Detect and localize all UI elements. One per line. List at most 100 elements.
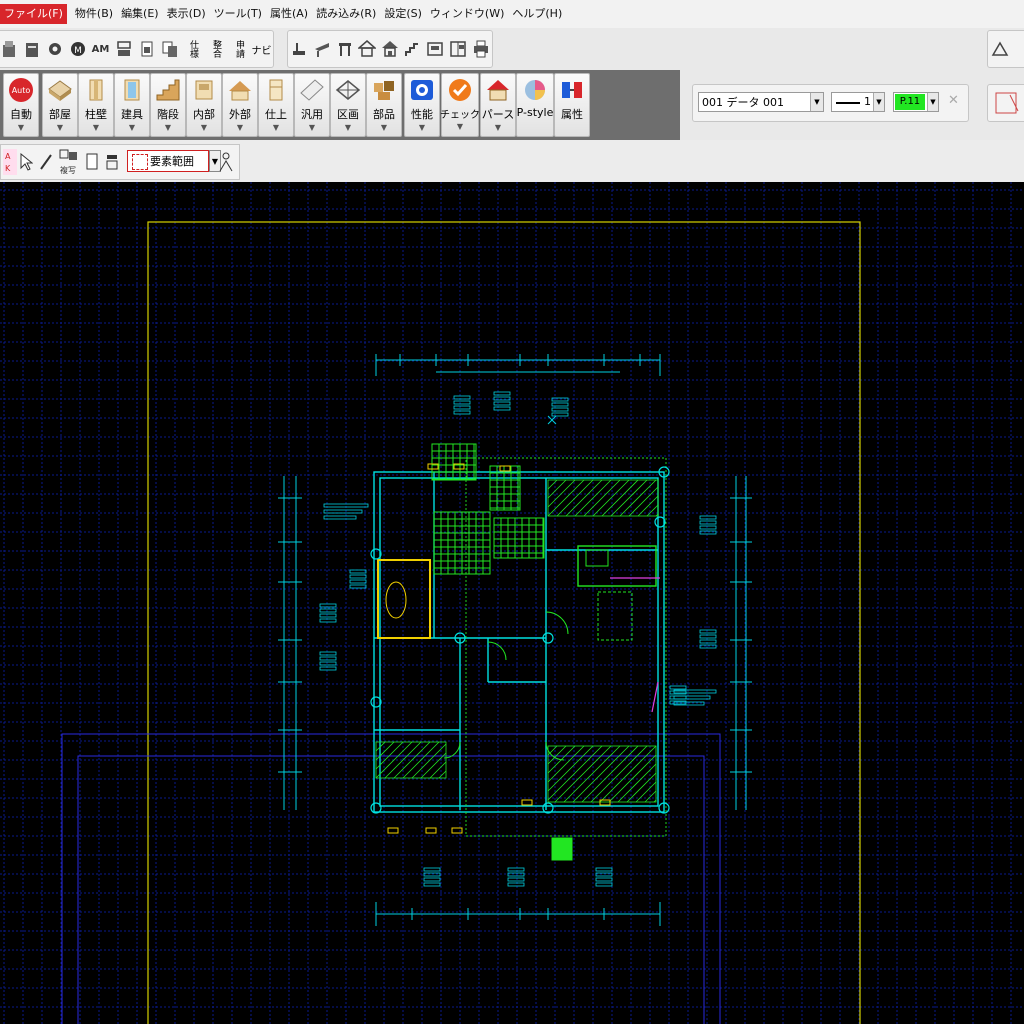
accent-line-2 [651,681,659,713]
shinsei-button[interactable]: 申請 [228,35,249,63]
select-arrow-icon[interactable] [19,153,33,171]
hatch-line [644,790,657,803]
hatch-line [601,479,639,517]
dimension-ticks [278,354,752,920]
chevron-down-icon[interactable]: ▼ [927,93,938,111]
menu-help[interactable]: ヘルプ(H) [508,4,566,24]
print-icon[interactable] [21,35,42,63]
page-icon[interactable] [85,153,99,171]
element-range-button[interactable]: 要素範囲 [127,150,209,172]
drawing-canvas[interactable] [0,182,1024,1024]
shiyou-label: 仕様 [188,40,198,58]
panel-icon[interactable] [448,35,469,63]
menu-view[interactable]: 表示(D) [163,4,210,24]
parts-button[interactable]: 部品 ▼ [366,73,402,137]
general-button[interactable]: 汎用 ▼ [294,73,330,137]
am-button[interactable]: AM [90,35,111,63]
section-icon [335,80,361,100]
filter-icon[interactable] [105,153,119,171]
printer-icon[interactable] [470,35,491,63]
pen-icon[interactable] [988,85,1024,121]
annotation-line [699,639,717,644]
frame-icon[interactable] [425,35,446,63]
menu-tools[interactable]: ツール(T) [210,4,266,24]
pencil-icon[interactable] [39,153,53,171]
check-button[interactable]: チェック ▼ [440,73,480,137]
column-icon[interactable] [334,35,355,63]
pstyle-button[interactable]: P-style [516,73,554,137]
annotation-line [453,405,471,410]
parts-icon [374,81,394,100]
check-icon [449,79,471,101]
navi-button[interactable]: ナビ [251,35,272,63]
close-icon[interactable]: ✕ [948,93,959,108]
shiyou-button[interactable]: 仕様 [182,35,203,63]
perspective-button[interactable]: パース ▼ [480,73,516,137]
floor-plan-drawing[interactable] [0,182,1024,1024]
columns [370,466,670,814]
performance-button[interactable]: 性能 ▼ [404,73,440,137]
toolbar-group-right [987,30,1024,68]
chevron-down-icon[interactable]: ▼ [873,93,884,111]
interior-button[interactable]: 内部 ▼ [186,73,222,137]
annotation-line [699,629,717,634]
menu-import[interactable]: 読み込み(R) [312,4,380,24]
auto-button[interactable]: Auto 自動 ▼ [3,73,39,137]
annotation-line [699,525,717,530]
room-icon [48,80,72,101]
person-icon[interactable] [217,151,235,173]
roof-icon[interactable] [312,35,333,63]
annotation-block [319,651,337,671]
annotation-line [319,603,337,608]
fitting-button[interactable]: 建具 ▼ [114,73,150,137]
back-icon[interactable]: AK [3,149,17,175]
chevron-down-icon: ▼ [164,123,172,132]
chevron-down-icon: ▼ [17,123,25,132]
menu-settings[interactable]: 設定(S) [380,4,426,24]
menu-attribute[interactable]: 属性(A) [266,4,312,24]
annotation-line [493,406,511,411]
finish-button[interactable]: 仕上 ▼ [258,73,294,137]
hatch-line [547,745,567,765]
hatch-line [556,479,594,517]
menu-window[interactable]: ウィンドウ(W) [426,4,508,24]
navi-label: ナビ [251,45,272,57]
section-label: 区画 [337,108,359,121]
exterior-button[interactable]: 外部 ▼ [222,73,258,137]
document-icon[interactable] [136,35,157,63]
finish-icon [269,79,283,101]
save-icon[interactable] [0,35,19,63]
line-width-select[interactable]: 1 ▼ [831,92,885,112]
copy-icon[interactable] [159,35,180,63]
seigo-label: 整合 [211,40,221,58]
triangle-icon[interactable] [989,35,1011,63]
menu-file[interactable]: ファイル(F) [0,4,67,24]
entrance-mark [551,837,573,861]
perspective-label: パース [481,108,515,121]
room-button[interactable]: 部屋 ▼ [42,73,78,137]
chevron-down-icon[interactable]: ▼ [810,93,823,111]
drawing-grid [0,182,1024,1024]
section-button[interactable]: 区画 ▼ [330,73,366,137]
attribute-button[interactable]: 属性 [554,73,590,137]
house-section-icon[interactable] [380,35,401,63]
hatch-line [646,504,659,517]
stairs-button[interactable]: 階段 ▼ [150,73,186,137]
copy-multi-icon[interactable]: 複写 [59,149,79,175]
column-wall-button[interactable]: 柱壁 ▼ [78,73,114,137]
house-icon[interactable] [357,35,378,63]
menu-edit[interactable]: 編集(E) [117,4,163,24]
pstyle-icon [525,80,545,100]
annotation-line [423,882,441,887]
m-badge-icon[interactable]: M [67,35,88,63]
stairs-grid [431,443,545,575]
plan-view-icon[interactable] [289,35,310,63]
seigo-button[interactable]: 整合 [205,35,226,63]
stairs-side-icon[interactable] [402,35,423,63]
color-select[interactable]: P.11 ▼ [893,92,939,112]
annotation-line [319,656,337,661]
menu-property[interactable]: 物件(B) [71,4,117,24]
layer-select[interactable]: 001 データ 001 ▼ [698,92,824,112]
gear-icon[interactable] [44,35,65,63]
lock-grid-icon[interactable] [113,35,134,63]
